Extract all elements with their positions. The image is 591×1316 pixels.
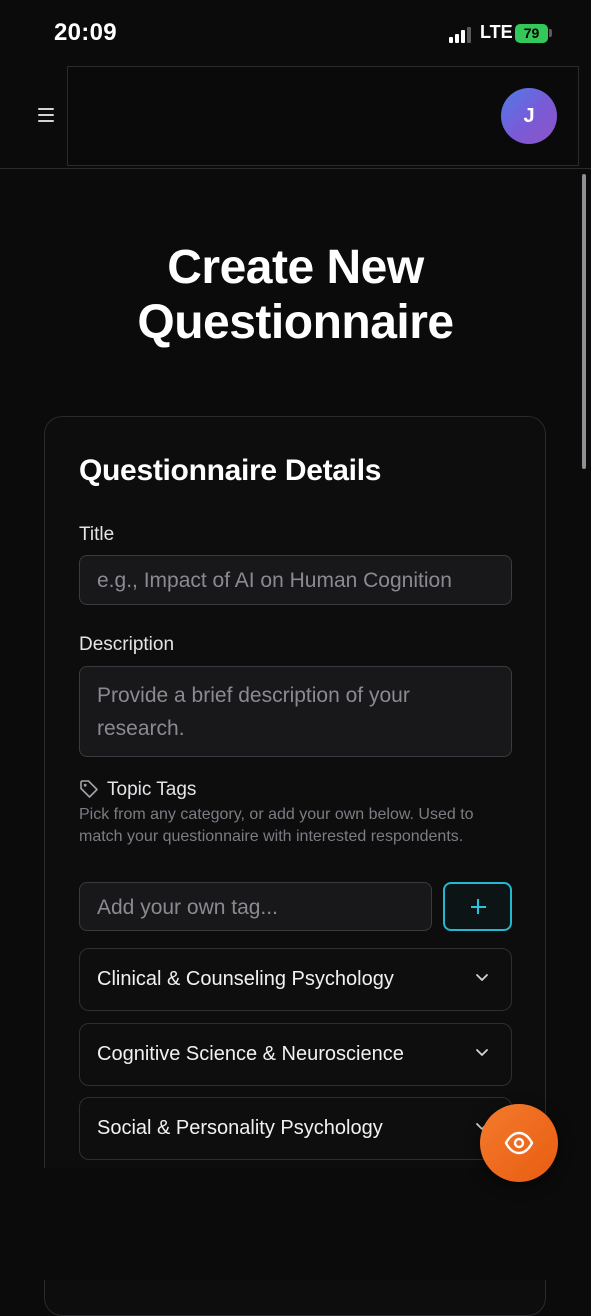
title-placeholder: e.g., Impact of AI on Human Cognition (97, 569, 452, 592)
avatar-initial: J (523, 105, 535, 127)
category-label: Social & Personality Psychology (97, 1117, 383, 1139)
signal-icon (449, 27, 473, 43)
tag-input-placeholder: Add your own tag... (97, 896, 278, 919)
category-social[interactable]: Social & Personality Psychology (79, 1097, 512, 1160)
description-label: Description (79, 634, 175, 655)
tag-icon (80, 780, 98, 798)
network-type: LTE (480, 22, 513, 42)
avatar[interactable]: J (501, 88, 557, 144)
app-header: J (0, 64, 591, 169)
bottom-area (0, 1168, 591, 1280)
eye-icon (504, 1131, 534, 1155)
topic-tags-label: Topic Tags (107, 779, 197, 800)
battery-icon: 79 (515, 24, 548, 43)
status-time: 20:09 (54, 19, 117, 46)
add-tag-button[interactable] (443, 882, 512, 931)
battery-level: 79 (523, 25, 540, 41)
menu-icon[interactable] (38, 108, 56, 124)
category-label: Clinical & Counseling Psychology (97, 968, 394, 990)
details-heading: Questionnaire Details (79, 454, 382, 487)
battery-tip (549, 29, 552, 37)
category-cognitive[interactable]: Cognitive Science & Neuroscience (79, 1023, 512, 1086)
topic-tags-hint: Pick from any category, or add your own … (79, 806, 474, 845)
title-field[interactable]: e.g., Impact of AI on Human Cognition (79, 555, 512, 605)
title-label: Title (79, 524, 115, 545)
description-field[interactable]: Provide a brief description of your rese… (79, 666, 512, 757)
page-title: Create New Questionnaire (137, 241, 454, 349)
tag-input[interactable]: Add your own tag... (79, 882, 432, 931)
category-clinical[interactable]: Clinical & Counseling Psychology (79, 948, 512, 1011)
scrollbar[interactable] (582, 174, 586, 469)
category-label: Cognitive Science & Neuroscience (97, 1043, 404, 1065)
description-placeholder: Provide a brief description of your rese… (97, 684, 410, 740)
status-bar: 20:09 LTE 79 (0, 0, 591, 66)
chevron-down-icon (476, 1049, 488, 1056)
preview-button[interactable] (480, 1104, 558, 1182)
chevron-down-icon (476, 974, 488, 981)
